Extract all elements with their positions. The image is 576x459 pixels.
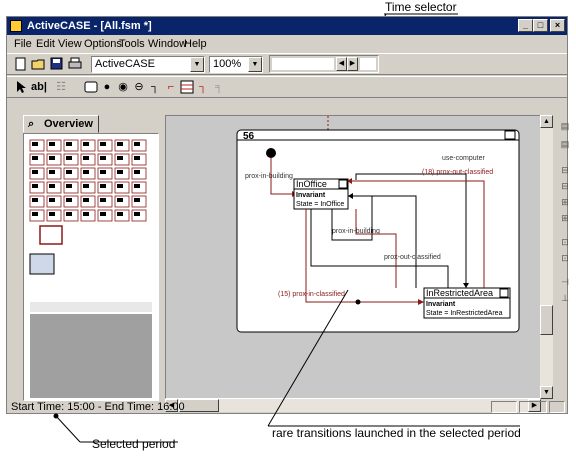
bottom-callouts: [53, 289, 520, 443]
selected-period-annotation: Selected period: [92, 437, 176, 451]
rare-transitions-annotation: rare transitions launched in the selecte…: [272, 426, 521, 440]
